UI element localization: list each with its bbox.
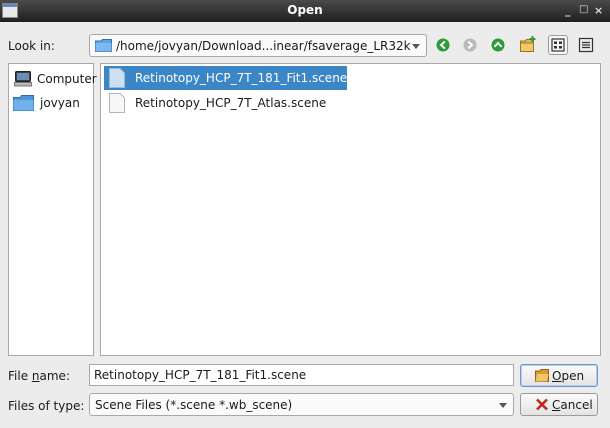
look-in-label: Look in: [8, 39, 55, 53]
sidebar-item-computer[interactable]: Computer [12, 68, 97, 90]
forward-button[interactable] [460, 35, 480, 55]
detail-view-button[interactable] [576, 35, 596, 55]
title-bar: Open _ □ × [0, 0, 610, 22]
file-type-combo[interactable]: Scene Files (*.scene *.wb_scene) [89, 393, 514, 416]
file-type-value: Scene Files (*.scene *.wb_scene) [95, 398, 293, 412]
file-name-input[interactable] [89, 364, 514, 386]
parent-directory-button[interactable] [488, 35, 508, 55]
minimize-button[interactable]: _ [565, 4, 571, 17]
chevron-down-icon [499, 403, 507, 408]
close-button[interactable]: × [594, 4, 603, 17]
maximize-button[interactable]: □ [579, 4, 588, 15]
sidebar-item-jovyan[interactable]: jovyan [12, 92, 92, 114]
sidebar-item-label: jovyan [40, 96, 80, 110]
look-in-combo[interactable]: /home/jovyan/Download...inear/fsaverage_… [89, 34, 427, 57]
open-button[interactable]: Open [520, 364, 598, 387]
document-icon [109, 68, 125, 88]
folder-icon [13, 95, 34, 111]
forward-icon [463, 38, 477, 52]
back-icon [436, 38, 450, 52]
file-type-label: Files of type: [8, 399, 85, 413]
cancel-button-label: Cancel [552, 398, 593, 412]
chevron-down-icon [412, 44, 420, 49]
parent-directory-icon [491, 38, 505, 52]
detail-view-icon [578, 37, 594, 53]
current-path: /home/jovyan/Download...inear/fsaverage_… [116, 39, 411, 53]
computer-icon [14, 71, 32, 87]
new-folder-button[interactable] [518, 35, 538, 55]
file-name: Retinotopy_HCP_7T_181_Fit1.scene [135, 71, 348, 85]
cancel-icon [536, 398, 548, 411]
new-folder-icon [520, 36, 536, 52]
list-view-button[interactable] [548, 35, 568, 55]
document-icon [109, 93, 125, 113]
list-item[interactable]: Retinotopy_HCP_7T_181_Fit1.scene [104, 66, 347, 90]
list-view-icon [551, 38, 565, 52]
open-folder-icon [535, 369, 549, 382]
file-list: Retinotopy_HCP_7T_181_Fit1.scene Retinot… [100, 63, 601, 356]
places-sidebar: Computer jovyan [8, 63, 97, 356]
window-title: Open [287, 3, 323, 17]
sidebar-item-label: Computer [37, 72, 97, 86]
list-item[interactable]: Retinotopy_HCP_7T_Atlas.scene [104, 91, 347, 115]
cancel-button[interactable]: Cancel [520, 393, 598, 416]
folder-icon [95, 39, 112, 52]
back-button[interactable] [433, 35, 453, 55]
file-name: Retinotopy_HCP_7T_Atlas.scene [135, 96, 327, 110]
file-name-label: File name: [8, 369, 70, 383]
open-button-label: Open [552, 369, 585, 383]
